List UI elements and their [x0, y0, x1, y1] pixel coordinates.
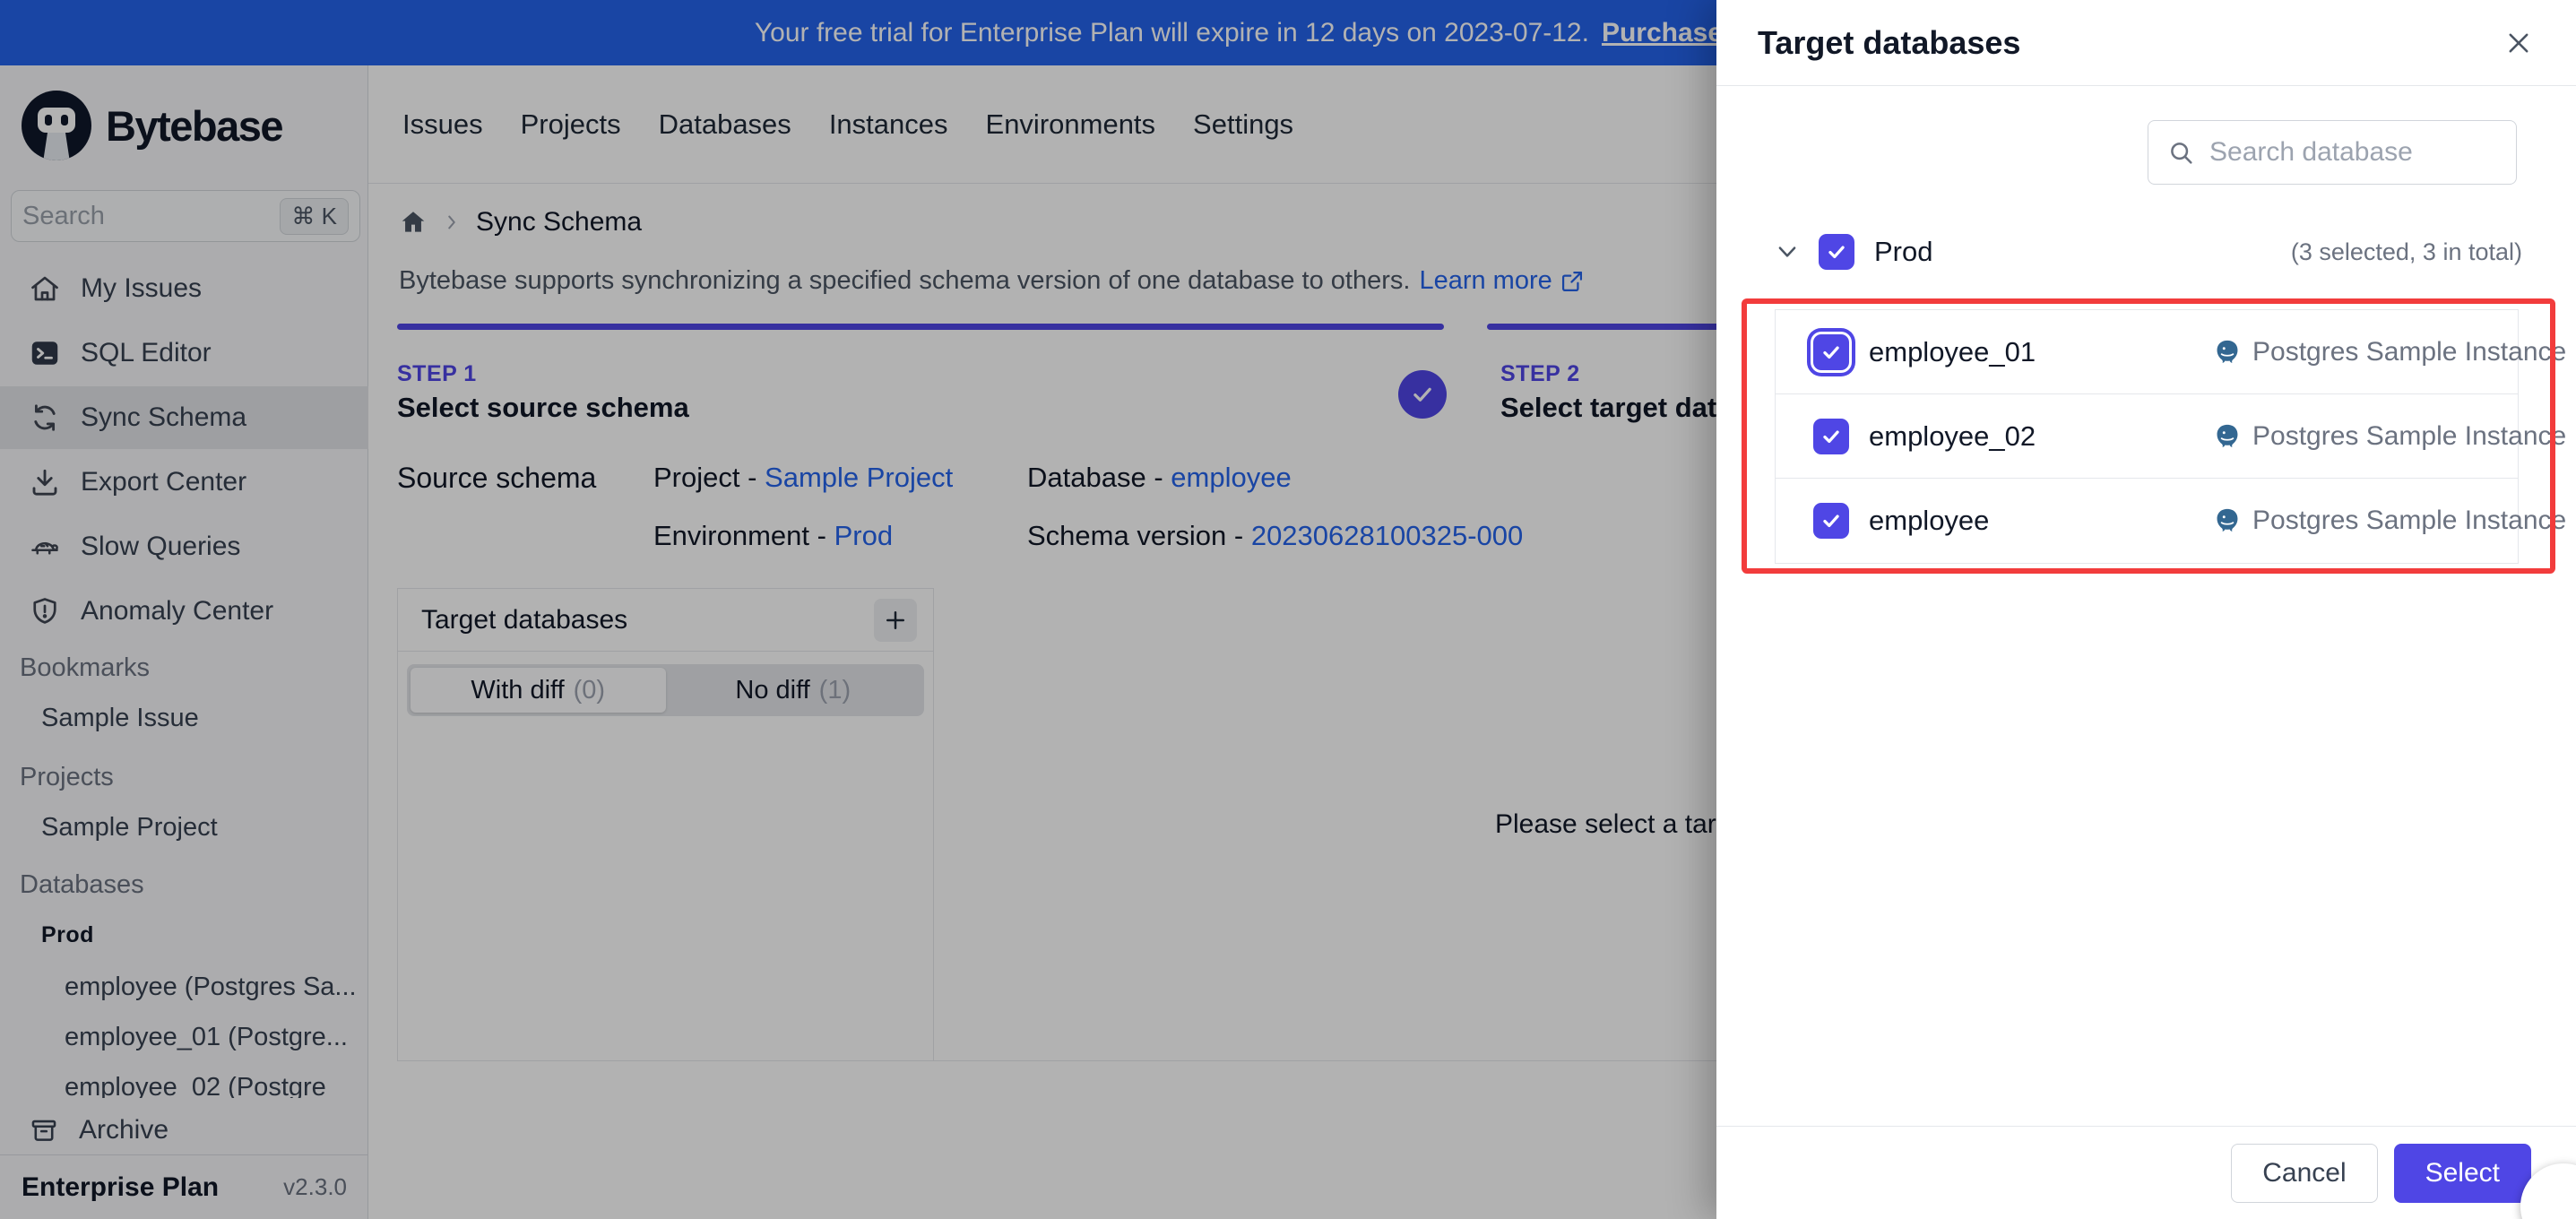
database-search-field[interactable] [2148, 120, 2517, 185]
group-name: Prod [1874, 236, 1933, 267]
search-icon [2166, 138, 2195, 167]
target-databases-drawer: Target databases Prod (3 selected, 3 in … [1716, 0, 2576, 1219]
group-selection-count: (3 selected, 3 in total) [2290, 238, 2522, 265]
chevron-down-icon[interactable] [1774, 238, 1801, 265]
database-row-employee[interactable]: employee Postgres Sample Instance [1776, 479, 2566, 563]
database-search-input[interactable] [2209, 137, 2498, 168]
instance-name: Postgres Sample Instance [2252, 506, 2567, 535]
drawer-header: Target databases [1716, 0, 2576, 86]
employee-02-checkbox[interactable] [1813, 418, 1849, 454]
database-row-employee-02[interactable]: employee_02 Postgres Sample Instance [1776, 394, 2566, 479]
close-icon[interactable] [2501, 25, 2537, 61]
environment-group-row: Prod (3 selected, 3 in total) [1774, 226, 2522, 278]
instance-name: Postgres Sample Instance [2252, 420, 2567, 451]
instance-name: Postgres Sample Instance [2252, 336, 2567, 367]
database-row-employee-01[interactable]: employee_01 Postgres Sample Instance [1776, 310, 2566, 394]
employee-01-checkbox[interactable] [1813, 333, 1849, 370]
postgres-icon [2213, 422, 2242, 451]
database-selection-list: employee_01 Postgres Sample Instance emp… [1775, 309, 2566, 564]
drawer-footer: Cancel Select [1716, 1126, 2576, 1219]
prod-group-checkbox[interactable] [1819, 234, 1854, 270]
postgres-icon [2213, 506, 2242, 535]
database-name: employee [1869, 505, 1990, 536]
drawer-title: Target databases [1758, 23, 2021, 61]
database-name: employee_02 [1869, 419, 2036, 452]
cancel-button[interactable]: Cancel [2231, 1143, 2378, 1203]
instance-info: Postgres Sample Instance [2213, 506, 2566, 536]
database-name: employee_01 [1869, 335, 2036, 367]
employee-checkbox[interactable] [1813, 503, 1849, 539]
postgres-icon [2213, 338, 2242, 367]
select-button[interactable]: Select [2393, 1143, 2531, 1203]
instance-info: Postgres Sample Instance [2213, 421, 2566, 452]
instance-info: Postgres Sample Instance [2213, 337, 2566, 367]
